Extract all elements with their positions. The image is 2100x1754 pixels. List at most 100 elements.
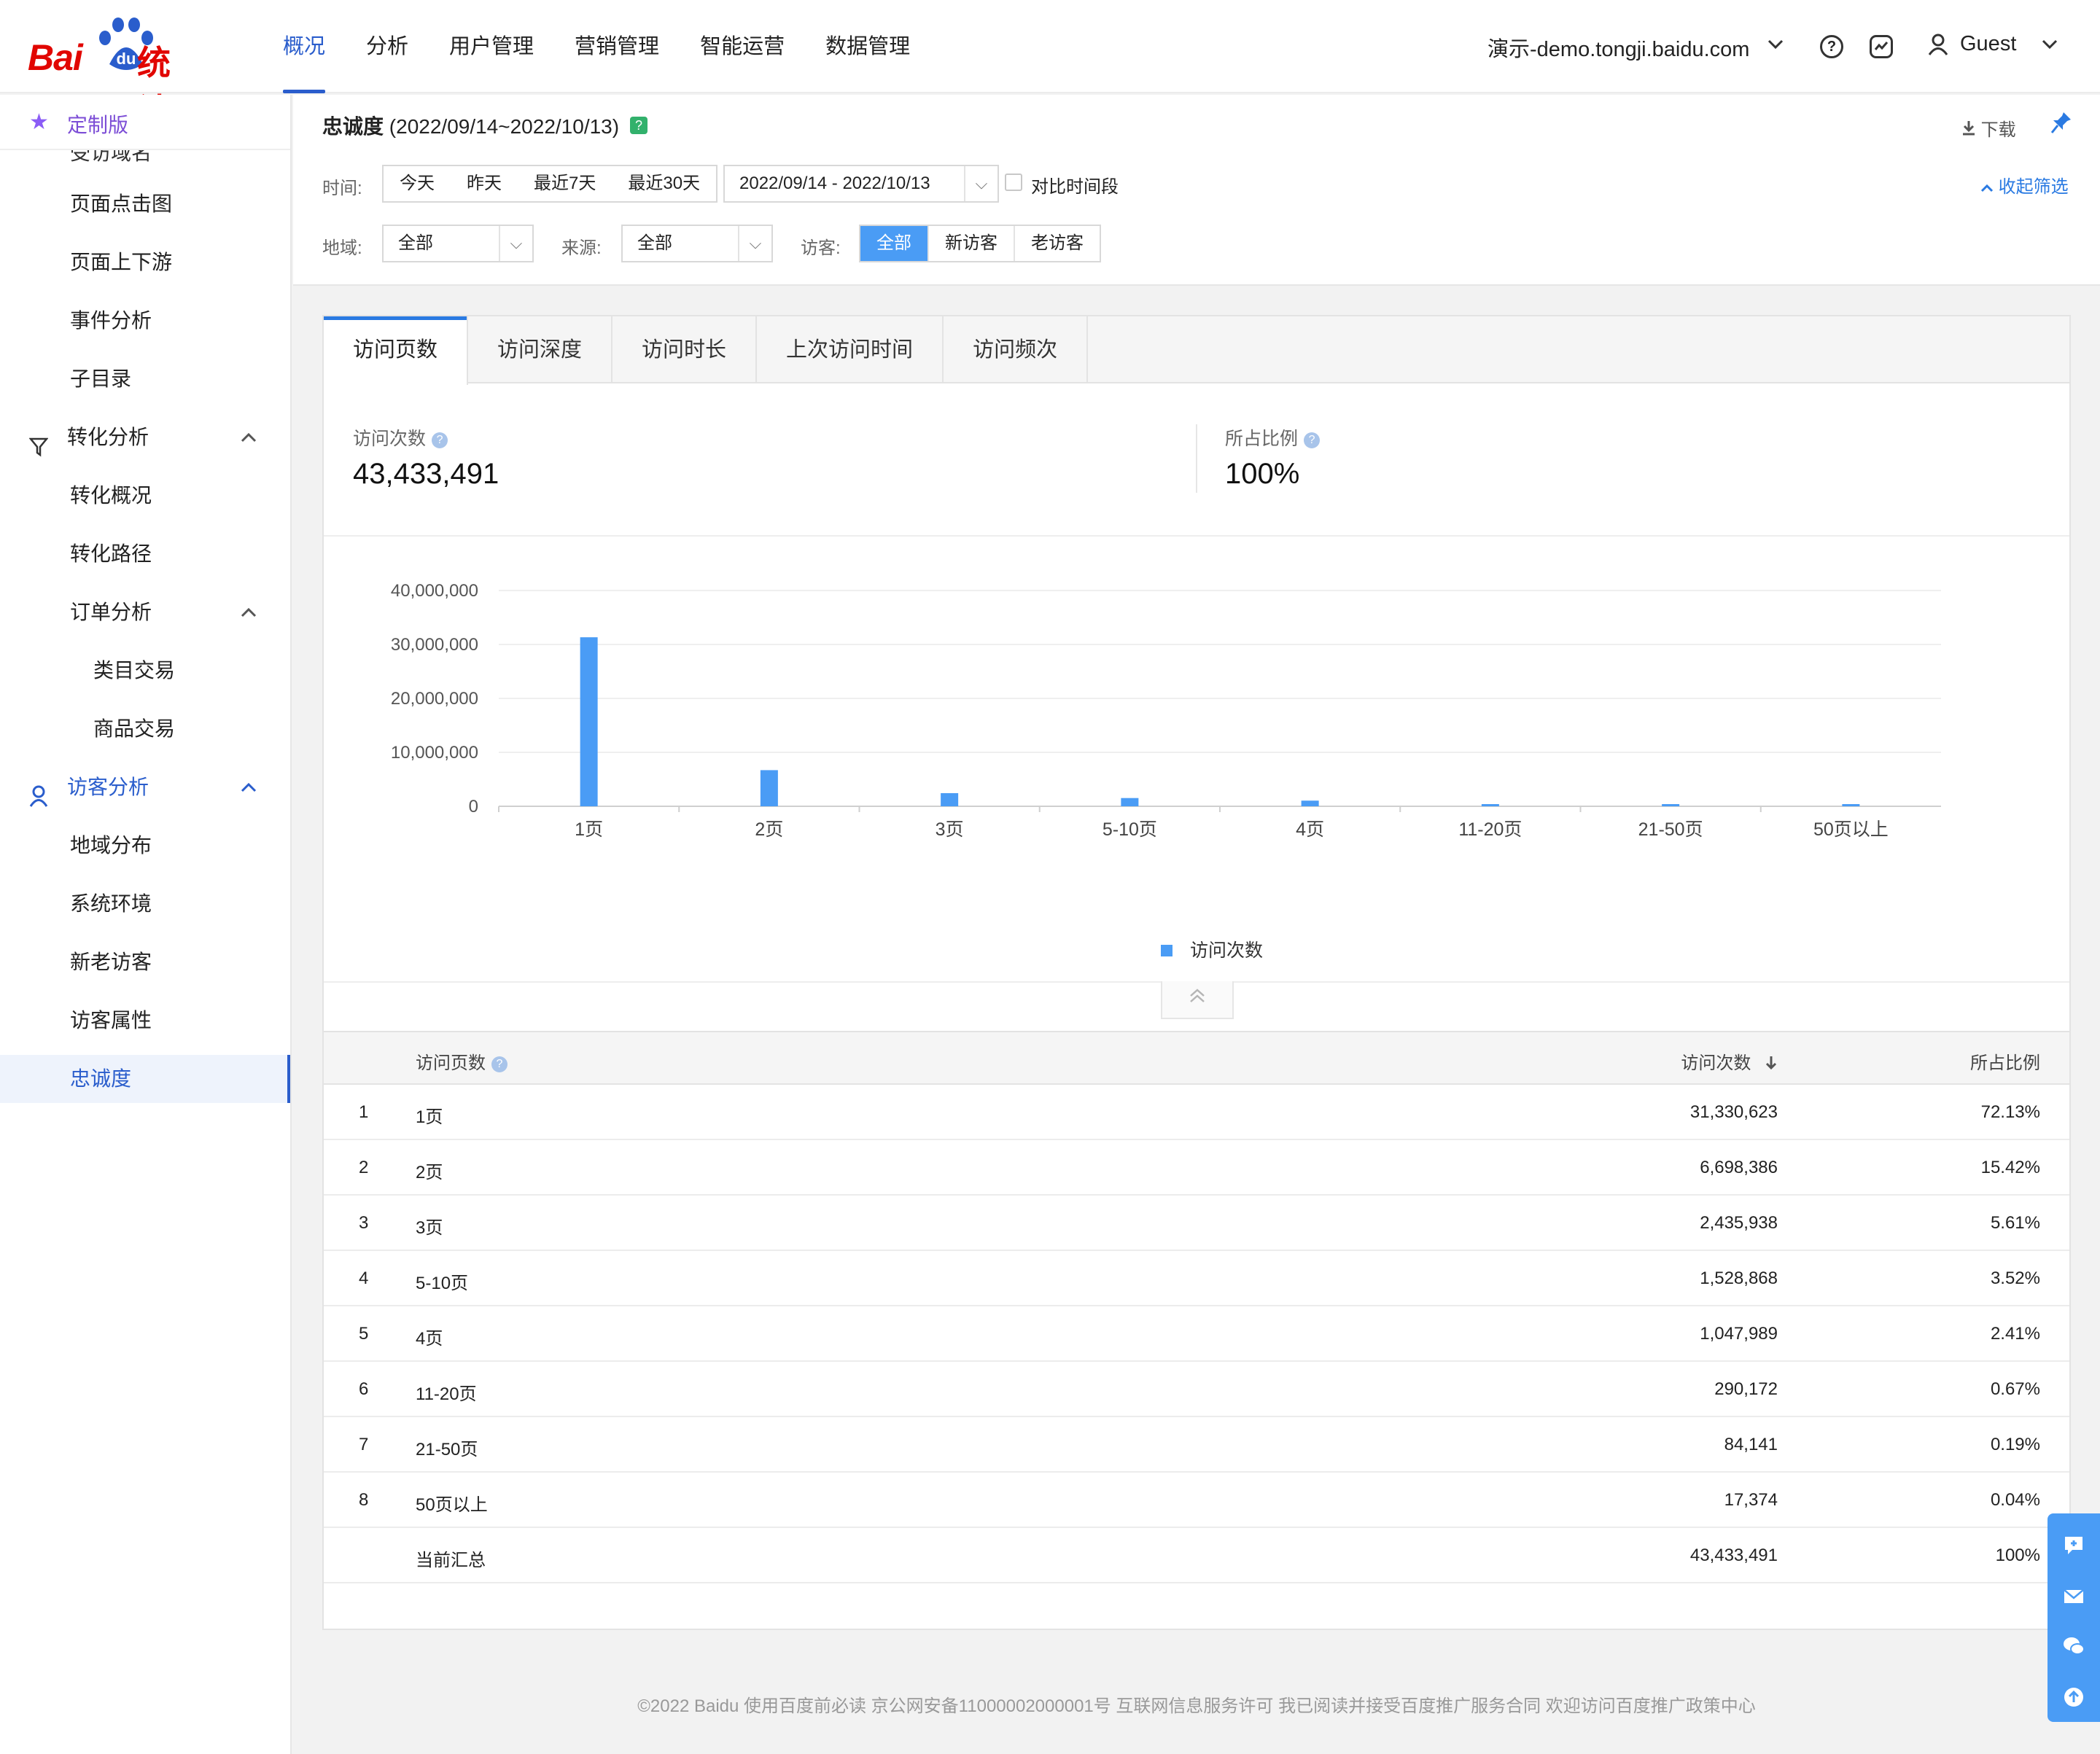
time-option-button[interactable]: 最近7天 (518, 166, 612, 201)
download-icon (1963, 121, 1975, 136)
nav-item[interactable]: 分析 (346, 0, 429, 93)
back-to-top-icon[interactable] (2062, 1685, 2085, 1709)
help-icon[interactable]: ? (432, 432, 448, 448)
cell-visits: 84,141 (1724, 1435, 1778, 1454)
help-icon[interactable]: ? (1304, 432, 1321, 448)
visitor-type-select: 全部 新访客 老访客 (859, 225, 1101, 262)
site-selector[interactable]: 演示-demo.tongji.baidu.com (1488, 32, 1749, 63)
download-button[interactable]: 下载 (1961, 115, 2016, 141)
sidebar-item[interactable]: 转化分析 (0, 413, 290, 461)
chevron-up-icon[interactable] (241, 763, 257, 811)
user-name[interactable]: Guest (1960, 32, 2016, 56)
col-header-ratio[interactable]: 所占比例 (1970, 1048, 2040, 1074)
y-tick-label: 40,000,000 (391, 581, 478, 601)
chart-bar[interactable] (941, 792, 959, 806)
sidebar-custom-edition[interactable]: ★ 定制版 (0, 95, 290, 150)
collapse-chart-button[interactable] (1161, 981, 1234, 1019)
tab[interactable]: 访问页数 (324, 316, 469, 385)
source-value: 全部 (637, 233, 672, 253)
divider (324, 535, 2069, 537)
chevron-up-icon[interactable] (241, 413, 257, 461)
compare-checkbox[interactable] (1005, 174, 1022, 191)
cell-ratio: 0.04% (1990, 1490, 2040, 1510)
region-select[interactable]: 全部 ⌵ (382, 225, 534, 262)
analytics-icon[interactable] (1870, 35, 1893, 58)
sidebar-item[interactable]: 地域分布 (0, 822, 290, 870)
x-tick-label: 11-20页 (1458, 819, 1522, 840)
chevron-down-icon[interactable] (2042, 32, 2058, 55)
sidebar-item[interactable]: 访客分析 (0, 763, 290, 811)
baidu-tongji-logo[interactable]: Bai du 统计 (28, 16, 203, 130)
chevron-down-icon: ⌵ (738, 226, 771, 261)
nav-item[interactable]: 数据管理 (805, 0, 930, 93)
help-icon[interactable]: ? (491, 1056, 508, 1072)
sidebar-item[interactable]: 系统环境 (0, 880, 290, 928)
nav-item[interactable]: 概况 (262, 0, 346, 93)
sidebar-item-label: 子目录 (70, 367, 132, 390)
chart-bar[interactable] (1481, 804, 1499, 806)
logo-text-bai: Bai (28, 37, 83, 78)
time-option-button[interactable]: 最近30天 (612, 166, 717, 201)
sidebar-item[interactable]: 类目交易 (0, 647, 290, 695)
col-header-page[interactable]: 访问页数? (416, 1048, 508, 1074)
cell-ratio: 0.19% (1990, 1435, 2040, 1454)
time-option-button[interactable]: 今天 (384, 166, 451, 201)
collapse-filter-link[interactable]: 收起筛选 (1980, 172, 2069, 198)
sidebar-item[interactable]: 页面点击图 (0, 180, 290, 228)
visitor-option-button[interactable]: 新访客 (929, 226, 1015, 261)
chevron-down-icon[interactable]: ⌵ (964, 166, 998, 201)
source-select[interactable]: 全部 ⌵ (621, 225, 773, 262)
tab[interactable]: 访问深度 (468, 316, 613, 383)
sidebar-item[interactable]: 商品交易 (0, 705, 290, 753)
sidebar-item[interactable]: 新老访客 (0, 938, 290, 986)
compare-label: 对比时间段 (1031, 177, 1119, 197)
chart-bar[interactable] (1662, 804, 1680, 806)
chart-bar[interactable] (760, 770, 778, 806)
metric-ratio-label-text: 所占比例 (1225, 429, 1299, 449)
sidebar-item-label: 商品交易 (93, 717, 176, 740)
table-row: 5 4页 1,047,989 2.41% (324, 1306, 2069, 1362)
mail-icon[interactable] (2062, 1585, 2085, 1608)
chevron-down-icon[interactable] (1768, 32, 1784, 55)
sidebar-custom-label: 定制版 (67, 114, 129, 136)
pin-icon[interactable] (2050, 111, 2072, 138)
sidebar-item-label: 忠诚度 (70, 1067, 132, 1090)
chevron-up-icon[interactable] (241, 588, 257, 636)
page-title: 忠诚度 (2022/09/14~2022/10/13) (322, 111, 619, 140)
sidebar-item[interactable]: 转化路径 (0, 530, 290, 578)
tab[interactable]: 访问时长 (612, 316, 758, 383)
visitor-option-button[interactable]: 老访客 (1015, 226, 1100, 261)
user-icon[interactable] (1928, 34, 1948, 59)
sidebar-item[interactable]: 事件分析 (0, 297, 290, 345)
sidebar-item[interactable]: 页面上下游 (0, 238, 290, 287)
sidebar-item-label: 页面上下游 (70, 251, 173, 273)
sidebar-item[interactable]: 转化概况 (0, 472, 290, 520)
table-header: 访问页数? 访问次数 所占比例 (324, 1031, 2069, 1085)
chart-bar[interactable] (1842, 804, 1860, 806)
chart-bar[interactable] (580, 637, 598, 806)
tab[interactable]: 上次访问时间 (757, 316, 944, 383)
sidebar-item[interactable]: 订单分析 (0, 588, 290, 636)
sidebar-item[interactable]: 子目录 (0, 355, 290, 403)
chart-bar[interactable] (1301, 800, 1319, 806)
sidebar-item[interactable]: 访客属性 (0, 997, 290, 1045)
sidebar-item[interactable]: 忠诚度 (0, 1055, 290, 1103)
row-index: 1 (359, 1102, 369, 1122)
cell-visits: 1,528,868 (1700, 1268, 1778, 1288)
visitor-option-button[interactable]: 全部 (860, 226, 929, 261)
chart-legend[interactable]: 访问次数 (1161, 936, 1263, 962)
nav-item[interactable]: 用户管理 (429, 0, 554, 93)
date-range-picker[interactable]: 2022/09/14 - 2022/10/13 ⌵ (723, 165, 999, 203)
chart-bar[interactable] (1121, 798, 1139, 806)
wechat-icon[interactable] (2062, 1634, 2085, 1658)
sidebar-item-label: 新老访客 (70, 951, 152, 973)
time-option-button[interactable]: 昨天 (451, 166, 518, 201)
sort-desc-icon[interactable] (1765, 1055, 1778, 1071)
help-icon[interactable]: ? (630, 117, 648, 134)
feedback-icon[interactable] (2062, 1534, 2085, 1557)
tab[interactable]: 访问频次 (944, 316, 1089, 383)
nav-item[interactable]: 智能运营 (680, 0, 805, 93)
nav-item[interactable]: 营销管理 (554, 0, 680, 93)
col-header-visits[interactable]: 访问次数 (1681, 1048, 1778, 1074)
help-icon[interactable]: ? (1820, 35, 1843, 58)
